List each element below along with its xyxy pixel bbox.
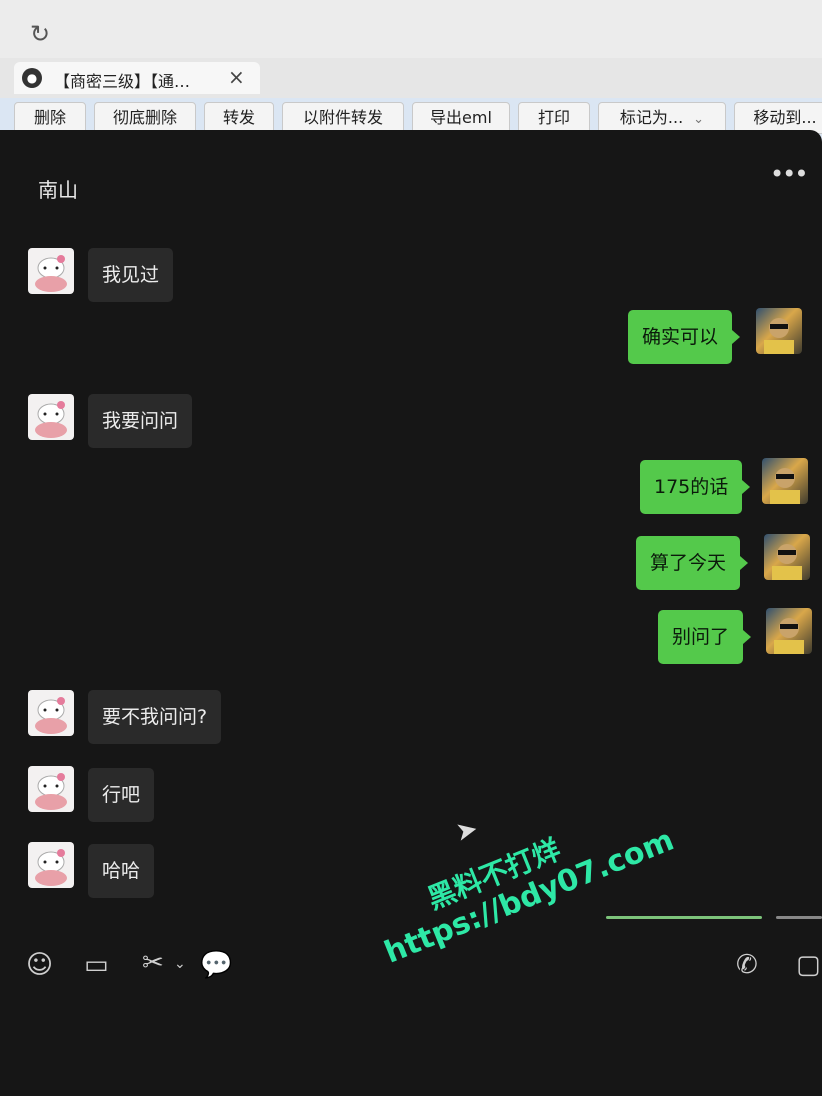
phone-icon[interactable]: ✆ [736, 950, 758, 980]
message-bubble-incoming[interactable]: 我要问问 [88, 394, 193, 448]
tab-title: 【商密三级】【通… [54, 72, 191, 91]
browser-tab[interactable]: ● 【商密三级】【通… × [14, 62, 260, 94]
chat-history-icon[interactable]: 💬 [200, 950, 232, 980]
hello-kitty-icon [35, 773, 67, 810]
message-bubble-outgoing[interactable]: 175的话 [640, 460, 751, 514]
avatar[interactable] [28, 248, 74, 294]
tab-close-button[interactable]: × [228, 65, 245, 89]
avatar-photo-icon [770, 468, 800, 504]
tab-bar: ● 【商密三级】【通… × [0, 58, 822, 98]
avatar-photo-icon [772, 544, 802, 580]
avatar[interactable] [762, 458, 808, 504]
message-bubble-incoming[interactable]: 行吧 [88, 768, 155, 822]
avatar-photo-icon [764, 318, 794, 354]
hello-kitty-icon [35, 255, 67, 292]
avatar[interactable] [28, 842, 74, 888]
globe-icon: ● [22, 68, 42, 88]
avatar[interactable] [28, 690, 74, 736]
hello-kitty-icon [35, 849, 67, 886]
message-bubble-incoming[interactable]: 哈哈 [88, 844, 155, 898]
avatar[interactable] [756, 308, 802, 354]
hello-kitty-icon [35, 401, 67, 438]
chat-title: 南山 [38, 178, 78, 202]
mark-as-label: 标记为... [619, 108, 684, 127]
more-icon[interactable]: ••• [770, 160, 808, 188]
emoji-icon[interactable]: ☺ [26, 950, 53, 980]
message-bubble-outgoing[interactable]: 算了今天 [636, 536, 749, 590]
chevron-down-icon: ⌄ [693, 112, 705, 127]
mouse-cursor-icon: ➤ [453, 814, 481, 848]
message-bubble-outgoing[interactable]: 确实可以 [628, 310, 741, 364]
chevron-down-icon[interactable]: ⌄ [174, 956, 186, 972]
reload-icon[interactable]: ↻ [30, 20, 50, 48]
folder-icon[interactable]: ▭ [84, 950, 109, 980]
avatar[interactable] [28, 766, 74, 812]
avatar[interactable] [764, 534, 810, 580]
hello-kitty-icon [35, 697, 67, 734]
message-bubble-outgoing[interactable]: 别问了 [658, 610, 752, 664]
message-bubble-incoming[interactable]: 要不我问问? [88, 690, 222, 744]
avatar[interactable] [766, 608, 812, 654]
avatar[interactable] [28, 394, 74, 440]
scissors-icon[interactable]: ✂ [142, 948, 164, 978]
avatar-photo-icon [774, 618, 804, 654]
divider [776, 916, 822, 919]
message-bubble-incoming[interactable]: 我见过 [88, 248, 174, 302]
video-icon[interactable]: ▢ [796, 950, 821, 980]
